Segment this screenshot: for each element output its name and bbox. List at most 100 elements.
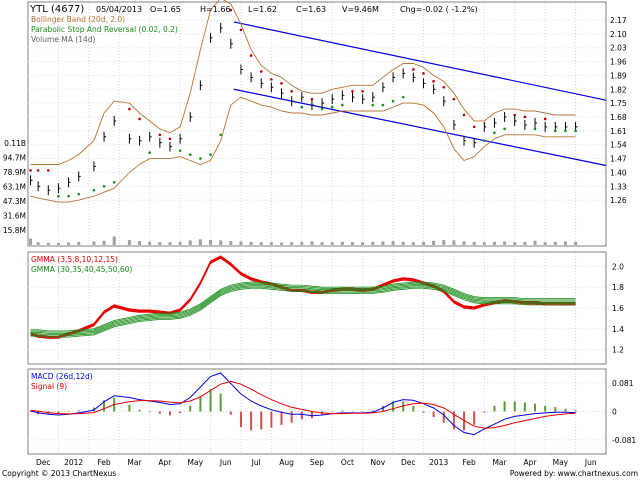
sar-dot [401, 95, 405, 99]
sar-dot [422, 72, 425, 75]
volume-bar [543, 242, 547, 245]
sar-dot [513, 113, 517, 117]
macd-y-tick: 0 [612, 408, 617, 417]
sar-dot [102, 184, 106, 188]
sar-dot [270, 78, 273, 81]
volume-y-tick: 63.1M [3, 183, 26, 192]
volume-bar [421, 241, 425, 245]
stock-chart: Dec 2012 Feb Mar Apr May Jun Jul Aug Sep Oct Nov Dec… [2, 0, 638, 478]
sar-dot [239, 28, 243, 32]
price-y-tick: 1.61 [610, 127, 627, 136]
macd-y-tick: 0.081 [612, 379, 634, 388]
macd-histogram-bar [77, 410, 80, 412]
sar-dot [351, 89, 354, 93]
sar-dot [483, 139, 486, 143]
x-tick-label: Feb [97, 458, 111, 467]
macd-histogram-bar [351, 410, 354, 412]
volume-bar [290, 242, 294, 245]
sar-dot [57, 194, 60, 198]
macd-histogram-bar [290, 411, 293, 423]
volume-bar [523, 241, 527, 245]
macd-histogram-bar [67, 411, 70, 413]
sar-dot [158, 133, 162, 137]
volume-bar [269, 242, 273, 245]
volume-bar [46, 242, 50, 245]
sar-dot [178, 149, 182, 152]
sar-dot [92, 188, 96, 192]
volume-bar [138, 241, 142, 245]
legend-bollinger: Bollinger Band (20d, 2.0) [31, 15, 125, 24]
change-label: Chg=-0.02 ( -1.2%) [400, 5, 478, 14]
low-label: L=1.62 [248, 5, 277, 14]
price-y-tick: 1.54 [610, 141, 627, 150]
legend-sar: Parabolic Stop And Reversal (0.02, 0.2) [31, 25, 178, 34]
panel-frames [27, 1, 607, 455]
volume-bar [300, 241, 304, 245]
sar-dot [310, 97, 314, 101]
macd-histogram-bar [483, 411, 486, 413]
macd-histogram-bar [503, 401, 506, 412]
volume-bar [452, 240, 456, 245]
macd-histogram-bar [361, 410, 364, 412]
volume-bar [371, 241, 375, 245]
volume-bar [229, 241, 233, 245]
price-y-tick: 1.82 [610, 85, 627, 94]
sar-dot [543, 117, 547, 121]
x-tick-label: 2012 [64, 458, 83, 467]
sar-dot [574, 129, 577, 133]
sar-dot [199, 157, 202, 160]
macd-histogram-bar [513, 401, 516, 412]
macd-histogram-bar [280, 411, 283, 425]
x-tick-label: Dec [36, 458, 51, 467]
volume-bar [168, 242, 172, 245]
x-tick-label: Apr [523, 458, 537, 467]
x-tick-label: Jun [584, 458, 597, 467]
macd-histogram-bar [239, 411, 242, 428]
x-tick-label: Jul [251, 458, 261, 467]
macd-histogram-bar [523, 402, 526, 412]
macd-histogram-bar [219, 393, 222, 412]
sar-dot [493, 131, 496, 135]
sar-dot [259, 70, 263, 73]
volume-bar [320, 242, 324, 245]
sar-dot [67, 194, 70, 198]
macd-histogram-bar [422, 411, 425, 413]
sar-dot [412, 68, 415, 71]
copyright-text: Copyright © 2013 ChartNexus [2, 469, 116, 478]
volume-bar [513, 242, 517, 245]
volume-y-tick: 78.9M [3, 168, 26, 177]
sar-dot [138, 117, 141, 121]
legend-volume-ma: Volume MA (14d) [31, 35, 95, 44]
volume-bar [127, 240, 131, 245]
macd-histogram-bar [341, 410, 344, 412]
x-tick-label: Apr [158, 458, 172, 467]
macd-histogram-bar [138, 409, 141, 412]
sar-dot [371, 103, 375, 107]
macd-histogram-bar [229, 411, 232, 415]
volume-bar [77, 241, 81, 245]
high-label: H=1.66 [200, 5, 231, 14]
sar-dot [280, 82, 283, 85]
volume-bar [391, 241, 395, 245]
sar-dot [503, 127, 506, 131]
macd-histogram-bar [564, 408, 567, 412]
macd-histogram-bar [331, 411, 334, 412]
gmma-y-tick: 1.6 [612, 304, 624, 313]
volume-bar [361, 242, 365, 245]
sar-dot [472, 125, 476, 129]
volume-bar [239, 241, 243, 245]
macd-histogram-bar [544, 405, 547, 412]
volume-bar [442, 240, 446, 245]
sar-dot [442, 85, 446, 89]
volume-bar [112, 236, 116, 245]
x-tick-label: May [188, 458, 204, 467]
price-y-tick: 1.26 [610, 196, 627, 205]
volume-bar [432, 240, 436, 245]
macd-histogram-bar [199, 395, 202, 412]
x-tick-label: Sep [310, 458, 324, 467]
close-label: C=1.63 [296, 5, 326, 14]
price-panel-frame [27, 1, 607, 247]
volume-bar [350, 242, 354, 245]
volume-bar [563, 241, 567, 245]
sar-dot [432, 80, 435, 83]
